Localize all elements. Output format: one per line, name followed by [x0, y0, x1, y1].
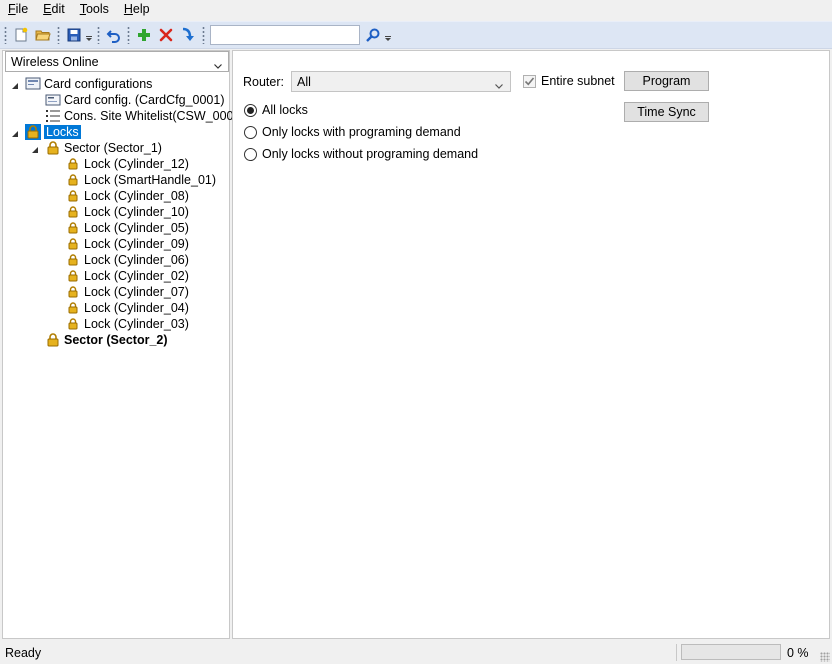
tree-node-lock[interactable]: Lock (Cylinder_07)	[65, 284, 189, 300]
add-icon[interactable]	[133, 24, 155, 46]
tree-node-lock[interactable]: Lock (Cylinder_12)	[65, 156, 189, 172]
undo-icon[interactable]	[103, 24, 125, 46]
status-bar: Ready 0 %	[0, 641, 832, 664]
radio-all-locks[interactable]: All locks	[244, 103, 308, 117]
entire-subnet-checkbox[interactable]	[523, 75, 536, 88]
chevron-down-icon	[495, 78, 503, 92]
progress-bar	[681, 644, 781, 660]
toolbar-separator	[97, 26, 100, 44]
expanded-toggle-icon[interactable]	[31, 143, 41, 153]
tree-node-lock[interactable]: Lock (Cylinder_09)	[65, 236, 189, 252]
entire-subnet-label: Entire subnet	[541, 74, 615, 88]
progress-percent: 0 %	[787, 646, 809, 660]
menu-help[interactable]: Help	[116, 0, 157, 20]
expanded-toggle-icon[interactable]	[11, 127, 21, 137]
lock-icon	[45, 332, 61, 348]
delete-icon[interactable]	[155, 24, 177, 46]
whitelist-icon	[45, 108, 61, 124]
tree-node-lock[interactable]: Lock (Cylinder_03)	[65, 316, 189, 332]
toolbar-separator	[202, 26, 205, 44]
small-lock-icon	[65, 188, 81, 204]
tree-node-site-whitelist[interactable]: Cons. Site Whitelist(CSW_0001)	[45, 108, 245, 124]
card-config-icon	[45, 92, 61, 108]
check-icon	[524, 77, 535, 86]
chevron-down-icon	[214, 58, 222, 72]
small-lock-icon	[65, 156, 81, 172]
card-configurations-icon	[25, 76, 41, 92]
small-lock-icon	[65, 236, 81, 252]
small-lock-icon	[65, 268, 81, 284]
toolbar-separator	[57, 26, 60, 44]
tree-node-card-configurations[interactable]: Card configurations	[25, 76, 152, 92]
search-icon[interactable]	[362, 24, 384, 46]
view-selector-combo[interactable]: Wireless Online	[5, 51, 229, 72]
router-select[interactable]: All	[291, 71, 511, 92]
status-text: Ready	[5, 646, 42, 660]
tree-node-lock[interactable]: Lock (Cylinder_10)	[65, 204, 189, 220]
move-down-icon[interactable]	[177, 24, 199, 46]
lock-icon	[25, 124, 41, 140]
tree-node-lock[interactable]: Lock (SmartHandle_01)	[65, 172, 216, 188]
save-dropdown-chevron-icon[interactable]	[85, 24, 93, 46]
tree-node-sector-1[interactable]: Sector (Sector_1)	[45, 140, 162, 156]
tree-node-sector-2[interactable]: Sector (Sector_2)	[45, 332, 168, 348]
expanded-toggle-icon[interactable]	[11, 79, 21, 89]
open-folder-icon[interactable]	[32, 24, 54, 46]
status-separator	[676, 644, 677, 661]
menu-bar: File Edit Tools Help	[0, 0, 832, 20]
radio-button[interactable]	[244, 103, 257, 117]
small-lock-icon	[65, 300, 81, 316]
new-document-icon[interactable]	[10, 24, 32, 46]
toolbar-overflow-chevron-icon[interactable]	[384, 24, 392, 46]
details-panel: Router: All Entire subnet Program Time S…	[232, 50, 830, 639]
tree-node-locks[interactable]: Locks	[25, 124, 81, 140]
radio-button[interactable]	[244, 125, 257, 139]
tree-node-lock[interactable]: Lock (Cylinder_06)	[65, 252, 189, 268]
small-lock-icon	[65, 284, 81, 300]
search-input[interactable]	[210, 25, 360, 45]
lock-icon	[45, 140, 61, 156]
resize-grip[interactable]	[820, 652, 830, 662]
tree-node-lock[interactable]: Lock (Cylinder_05)	[65, 220, 189, 236]
save-icon[interactable]	[63, 24, 85, 46]
small-lock-icon	[65, 316, 81, 332]
radio-selected-dot	[247, 106, 254, 114]
navigation-panel: Wireless Online Card configurations Card…	[2, 50, 245, 639]
tree-node-lock[interactable]: Lock (Cylinder_04)	[65, 300, 189, 316]
radio-button[interactable]	[244, 147, 257, 161]
menu-tools[interactable]: Tools	[72, 0, 116, 20]
radio-with-demand[interactable]: Only locks with programing demand	[244, 125, 461, 139]
toolbar-grip[interactable]	[4, 26, 7, 44]
tree-node-lock[interactable]: Lock (Cylinder_08)	[65, 188, 189, 204]
time-sync-button[interactable]: Time Sync	[624, 102, 709, 122]
menu-file[interactable]: File	[0, 0, 35, 20]
router-label: Router:	[243, 75, 284, 89]
program-button[interactable]: Program	[624, 71, 709, 91]
small-lock-icon	[65, 220, 81, 236]
small-lock-icon	[65, 204, 81, 220]
tree-node-lock[interactable]: Lock (Cylinder_02)	[65, 268, 189, 284]
radio-without-demand[interactable]: Only locks without programing demand	[244, 147, 478, 161]
small-lock-icon	[65, 252, 81, 268]
toolbar	[0, 21, 832, 49]
small-lock-icon	[65, 172, 81, 188]
menu-edit[interactable]: Edit	[35, 0, 72, 20]
tree-node-card-config[interactable]: Card config. (CardCfg_0001)	[45, 92, 225, 108]
toolbar-separator	[127, 26, 130, 44]
